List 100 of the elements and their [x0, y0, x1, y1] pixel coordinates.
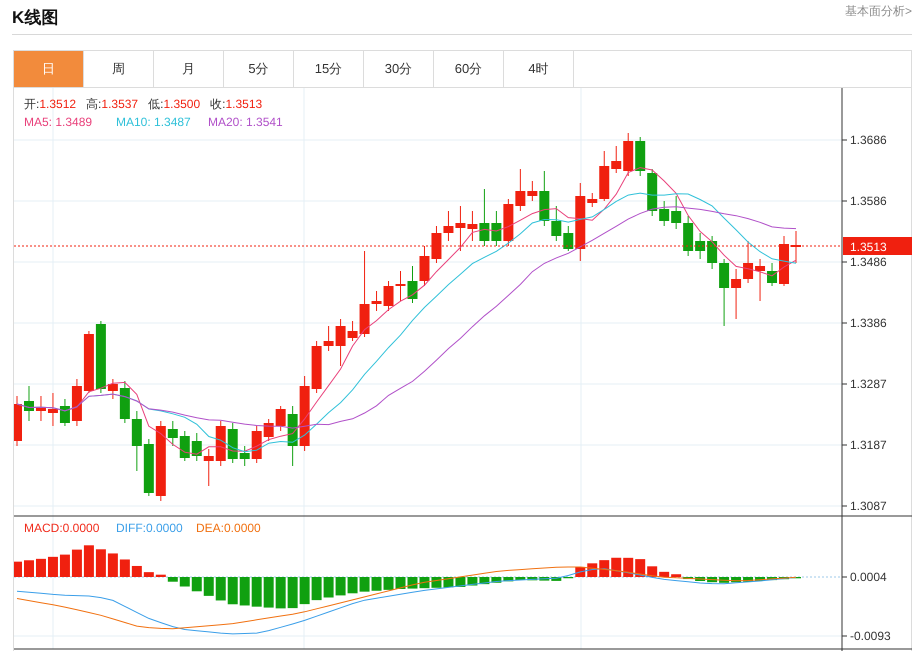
macd-bar [372, 577, 382, 591]
macd-bar [360, 577, 370, 592]
macd-bar [252, 577, 262, 607]
candlestick [276, 406, 286, 432]
candlestick [779, 236, 790, 286]
candlestick [240, 446, 250, 466]
macd-bar [240, 577, 250, 606]
candlestick [599, 150, 610, 202]
candlestick [72, 378, 82, 426]
candlestick [216, 420, 226, 466]
macd-bar [60, 554, 70, 577]
candlestick [635, 136, 646, 176]
candlestick [312, 340, 322, 394]
macd-bar [396, 577, 406, 589]
candlestick [144, 438, 154, 496]
macd-bar [264, 577, 274, 608]
macd-bar [288, 577, 298, 608]
candlestick [408, 266, 418, 304]
candlestick [515, 168, 526, 212]
macd-bar [144, 572, 154, 577]
macd-bar [719, 577, 730, 583]
macd-bar [156, 574, 166, 577]
candlestick [14, 396, 22, 446]
candlestick [755, 258, 766, 302]
current-price-tag: 1.3513 [843, 237, 912, 255]
macd-bar [611, 558, 622, 577]
moving-average-legend: MA5: 1.3489 [24, 115, 92, 129]
macd-bar [779, 577, 790, 580]
candlestick [455, 206, 466, 252]
macd-bar [132, 566, 142, 577]
macd-bar [419, 577, 430, 588]
candlestick [264, 418, 274, 442]
macd-bar [312, 577, 322, 600]
macd-bar [683, 577, 694, 580]
macd-bar [192, 577, 202, 592]
candlestick [180, 430, 190, 462]
macd-bar [14, 562, 22, 577]
candlestick [372, 290, 382, 312]
macd-bar [539, 577, 550, 581]
candlestick [791, 230, 801, 264]
candlestick [671, 196, 682, 230]
candlestick [252, 426, 262, 464]
candlestick [60, 398, 70, 426]
candlestick [551, 206, 562, 242]
ohlc-legend: 开:1.3512 高:1.3537 低:1.3500 收:1.3513 [24, 97, 262, 111]
candlestick [384, 280, 394, 312]
candlestick [132, 410, 142, 472]
candlestick [479, 188, 490, 246]
price-axis-label: 1.3287 [850, 377, 887, 391]
candlestick [288, 406, 298, 466]
price-axis-label: 1.3087 [850, 499, 887, 513]
candlestick [120, 380, 130, 424]
page-title: K线图 [12, 6, 58, 28]
macd-bar [336, 577, 346, 596]
macd-bar [120, 559, 130, 577]
candlestick [228, 422, 238, 464]
macd-bar [24, 560, 34, 577]
macd-axis-label: -0.0093 [850, 629, 891, 643]
candlestick [503, 198, 514, 246]
macd-bar [527, 577, 538, 580]
candlestick [396, 270, 406, 302]
candlestick [587, 192, 598, 208]
macd-bar [503, 577, 514, 582]
candlestick [431, 226, 442, 264]
macd-bar [72, 550, 82, 577]
price-axis-label: 1.3586 [850, 194, 887, 208]
moving-average-legend: MA20: 1.3541 [208, 115, 283, 129]
macd-bar [731, 577, 742, 582]
macd-bar [599, 560, 610, 577]
macd-bar [659, 572, 670, 577]
price-axis-label: 1.3486 [850, 255, 887, 269]
macd-bar [408, 577, 418, 589]
macd-bar [707, 577, 718, 582]
macd-bar [48, 556, 58, 577]
macd-bar [515, 577, 526, 580]
fundamental-analysis-link[interactable]: 基本面分析> [844, 2, 912, 20]
candlestick [731, 268, 742, 320]
candlestick [647, 168, 658, 216]
macd-bar [96, 549, 106, 577]
candlestick [563, 226, 574, 252]
macd-bar [755, 577, 766, 581]
candlestick [419, 246, 430, 286]
candlestick [695, 232, 706, 260]
macd-bar [276, 577, 286, 608]
macd-axis-label: 0.0004 [850, 570, 887, 584]
macd-bar [348, 577, 358, 594]
macd-bar [695, 577, 706, 581]
candlestick [443, 210, 454, 242]
macd-legend: DEA:0.0000 [196, 521, 261, 535]
candlestick [467, 210, 478, 242]
macd-bar [180, 577, 190, 587]
macd-legend: DIFF:0.0000 [116, 521, 183, 535]
macd-bar [204, 577, 214, 596]
candlestick [36, 396, 46, 422]
candlestick [192, 432, 202, 462]
macd-bar [551, 577, 562, 581]
candlestick [24, 386, 34, 422]
candlestick [348, 320, 358, 342]
candlestick [719, 258, 730, 326]
candlestick [707, 236, 718, 270]
